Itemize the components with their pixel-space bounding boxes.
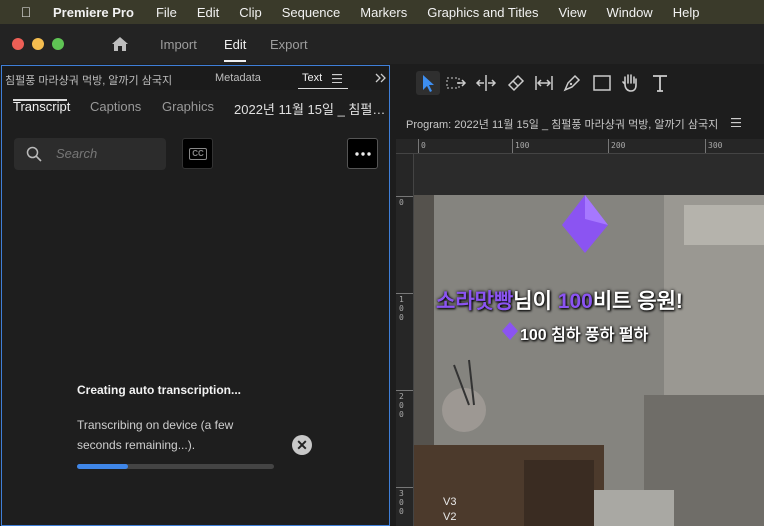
vertical-ruler: 0 1 0 0 2 0 0 3 0 0 bbox=[396, 154, 414, 526]
hand-tool-icon[interactable] bbox=[618, 71, 642, 95]
project-panel-tab[interactable]: 침펄풍 마라샹궈 먹방, 알까기 삼국지 bbox=[5, 72, 172, 88]
donation-overlay-line1: 소라맛빵님이 100비트 응원! bbox=[436, 285, 683, 315]
home-icon[interactable] bbox=[110, 34, 130, 54]
zoom-window-button[interactable] bbox=[52, 38, 64, 50]
slip-tool-icon[interactable] bbox=[532, 71, 556, 95]
workspace-export-tab[interactable]: Export bbox=[270, 37, 308, 52]
transcription-progress-bar bbox=[77, 464, 274, 469]
text-panel: 침펄풍 마라샹궈 먹방, 알까기 삼국지 Metadata Text Trans… bbox=[1, 65, 390, 526]
panel-overflow-chevron-icon[interactable] bbox=[375, 73, 386, 83]
donor-name: 소라맛빵 bbox=[436, 290, 514, 313]
menu-graphics-and-titles[interactable]: Graphics and Titles bbox=[427, 5, 538, 20]
menu-app-name[interactable]: Premiere Pro bbox=[53, 5, 134, 20]
track-label-v3: V3 bbox=[443, 496, 457, 508]
transcript-search-input[interactable]: Search bbox=[14, 138, 166, 170]
tab-graphics[interactable]: Graphics bbox=[162, 99, 214, 114]
menu-file[interactable]: File bbox=[156, 5, 177, 20]
donation-amount: 100 bbox=[557, 290, 593, 313]
razor-tool-icon[interactable] bbox=[504, 71, 528, 95]
closed-captions-icon: CC bbox=[189, 148, 207, 160]
metadata-panel-tab[interactable]: Metadata bbox=[215, 72, 261, 84]
search-icon bbox=[26, 146, 42, 162]
cancel-transcription-button[interactable]: ✕ bbox=[292, 435, 312, 455]
tools-panel bbox=[396, 65, 764, 101]
purple-gem-icon bbox=[562, 195, 608, 253]
type-tool-icon[interactable] bbox=[648, 71, 672, 95]
ruler-label: 0 bbox=[421, 141, 426, 150]
ruler-tick bbox=[608, 139, 609, 153]
text-panel-tab[interactable]: Text bbox=[302, 72, 322, 84]
ruler-label: 1 0 0 bbox=[399, 295, 404, 322]
captions-button[interactable]: CC bbox=[182, 138, 213, 169]
program-video-frame[interactable]: 소라맛빵님이 100비트 응원! 100 침하 풍하 펄하 bbox=[414, 195, 764, 526]
tab-captions[interactable]: Captions bbox=[90, 99, 141, 114]
ruler-label: 0 bbox=[399, 198, 404, 207]
menu-window[interactable]: Window bbox=[606, 5, 652, 20]
ruler-tick bbox=[396, 196, 413, 197]
pen-tool-icon[interactable] bbox=[560, 71, 584, 95]
ruler-label: 100 bbox=[515, 141, 530, 150]
small-gem-icon bbox=[502, 322, 518, 340]
transcription-progress-fill bbox=[77, 464, 129, 469]
ruler-tick bbox=[396, 390, 413, 391]
donation-overlay-line2: 100 침하 풍하 펄하 bbox=[520, 327, 649, 344]
ellipsis-icon bbox=[355, 152, 371, 156]
rectangle-tool-icon[interactable] bbox=[590, 71, 614, 95]
transcription-status-title: Creating auto transcription... bbox=[77, 383, 242, 397]
workspace-edit-tab[interactable]: Edit bbox=[224, 37, 246, 52]
macos-menubar:  Premiere Pro File Edit Clip Sequence M… bbox=[0, 0, 764, 24]
ruler-tick bbox=[418, 139, 419, 153]
close-window-button[interactable] bbox=[12, 38, 24, 50]
ruler-tick bbox=[705, 139, 706, 153]
ruler-label: 3 0 0 bbox=[399, 489, 404, 516]
horizontal-ruler: 0 100 200 300 bbox=[396, 139, 764, 154]
active-subtab-indicator bbox=[13, 99, 67, 101]
workspace-bar: Import Edit Export bbox=[0, 24, 764, 64]
menu-help[interactable]: Help bbox=[673, 5, 700, 20]
program-menu-icon[interactable] bbox=[731, 118, 741, 127]
track-select-forward-tool-icon[interactable] bbox=[444, 71, 468, 95]
minimize-window-button[interactable] bbox=[32, 38, 44, 50]
panel-tab-bar: 침펄풍 마라샹궈 먹방, 알까기 삼국지 Metadata Text bbox=[2, 66, 389, 90]
search-placeholder: Search bbox=[56, 146, 98, 161]
ruler-label: 200 bbox=[611, 141, 626, 150]
track-label-v2: V2 bbox=[443, 511, 457, 523]
menu-markers[interactable]: Markers bbox=[360, 5, 407, 20]
program-monitor-title[interactable]: Program: 2022년 11월 15일 _ 침펄풍 마라샹궈 먹방, 알까… bbox=[406, 116, 718, 132]
ripple-edit-tool-icon[interactable] bbox=[474, 71, 498, 95]
ruler-label: 2 0 0 bbox=[399, 392, 404, 419]
ruler-tick bbox=[396, 293, 413, 294]
menu-view[interactable]: View bbox=[559, 5, 587, 20]
active-workspace-indicator bbox=[224, 60, 246, 62]
donation-text-part: 님이 bbox=[513, 290, 558, 313]
more-options-button[interactable] bbox=[347, 138, 378, 169]
transcription-status-description: Transcribing on device (a few seconds re… bbox=[77, 418, 234, 452]
text-subtab-bar: Transcript Captions Graphics 2022년 11월 1… bbox=[2, 90, 389, 126]
sequence-selector[interactable]: 2022년 11월 15일 _ 침펄… bbox=[234, 99, 385, 118]
donation-text-end: 비트 응원! bbox=[592, 290, 683, 313]
menu-sequence[interactable]: Sequence bbox=[282, 5, 341, 20]
program-monitor-header: Program: 2022년 11월 15일 _ 침펄풍 마라샹궈 먹방, 알까… bbox=[396, 108, 764, 136]
apple-icon[interactable]:  bbox=[18, 4, 34, 20]
menu-edit[interactable]: Edit bbox=[197, 5, 219, 20]
active-panel-tab-indicator bbox=[298, 88, 348, 89]
ruler-label: 300 bbox=[708, 141, 723, 150]
ruler-tick bbox=[512, 139, 513, 153]
panel-menu-icon[interactable] bbox=[332, 74, 342, 83]
workspace-import-tab[interactable]: Import bbox=[160, 37, 197, 52]
selection-tool-icon[interactable] bbox=[416, 71, 440, 95]
tab-transcript[interactable]: Transcript bbox=[13, 99, 70, 114]
menu-clip[interactable]: Clip bbox=[239, 5, 261, 20]
ruler-tick bbox=[396, 487, 413, 488]
